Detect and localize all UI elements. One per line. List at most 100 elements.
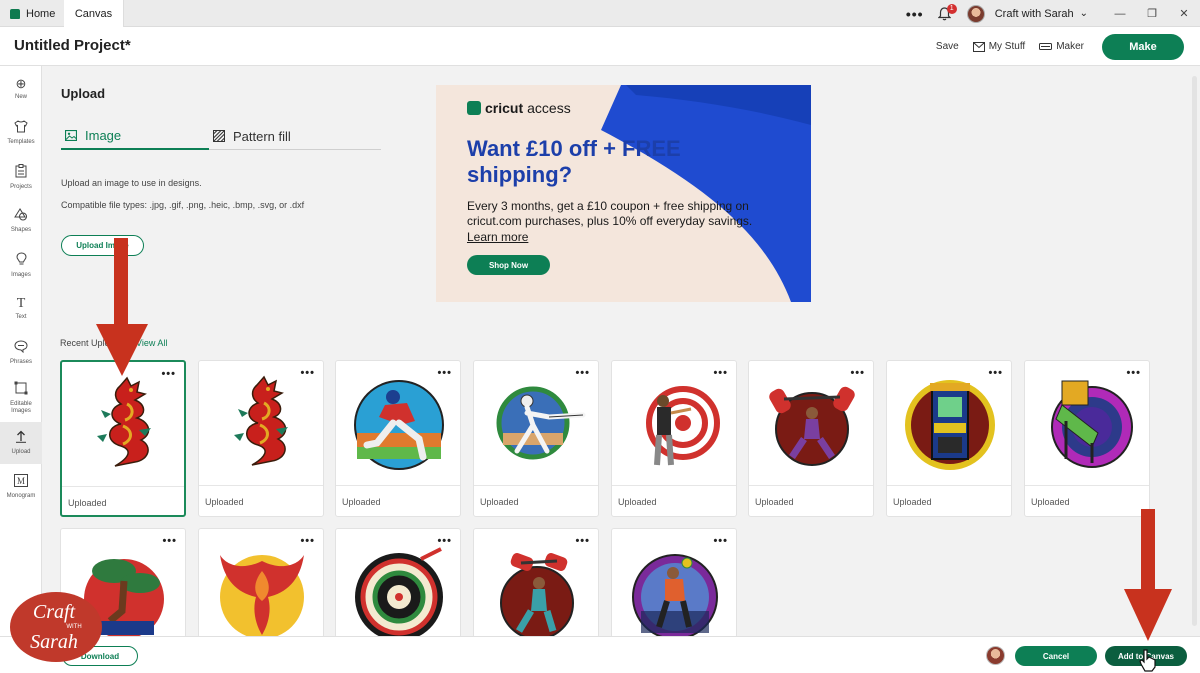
top-tab-bar: Home Canvas ••• 1 Craft with Sarah ⌄ — ❐… — [0, 0, 1200, 27]
card-divider — [199, 485, 323, 486]
upload-card[interactable]: ••• Uploaded — [335, 360, 461, 517]
tutorial-arrow-down-icon — [1124, 509, 1172, 641]
craft-with-sarah-logo: Craft WITH Sarah — [10, 592, 102, 662]
tab-canvas[interactable]: Canvas — [64, 0, 124, 27]
make-button[interactable]: Make — [1102, 33, 1184, 60]
text-icon: T — [16, 296, 26, 311]
cancel-button[interactable]: Cancel — [1015, 646, 1097, 666]
sidebar-item-text[interactable]: T Text — [0, 288, 42, 330]
upload-card[interactable]: ••• Uploaded — [198, 360, 324, 517]
card-divider — [474, 485, 598, 486]
maker-button[interactable]: Maker — [1039, 41, 1084, 52]
upload-description: Upload an image to use in designs. — [61, 178, 202, 188]
upload-card[interactable]: ••• Uploaded — [611, 360, 737, 517]
left-sidebar: ⊕ New Templates Projects Shapes Images T… — [0, 66, 42, 673]
sidebar-item-images[interactable]: Images — [0, 244, 42, 286]
sidebar-item-projects[interactable]: Projects — [0, 156, 42, 198]
restore-icon[interactable]: ❐ — [1136, 7, 1168, 20]
tab-canvas-label: Canvas — [74, 7, 113, 20]
card-divider — [749, 485, 873, 486]
save-button[interactable]: Save — [936, 41, 959, 52]
learn-more-link[interactable]: Learn more — [467, 230, 528, 244]
ad-brand-a: cricut — [485, 100, 524, 116]
my-stuff-button[interactable]: My Stuff — [972, 41, 1026, 52]
minimize-icon[interactable]: — — [1104, 8, 1136, 20]
sidebar-item-label: Templates — [7, 139, 35, 145]
sidebar-item-label: Text — [15, 314, 27, 320]
project-header: Untitled Project* Save My Stuff Maker Ma… — [0, 27, 1200, 66]
home-icon — [10, 8, 20, 19]
card-status-label: Uploaded — [1031, 497, 1070, 507]
envelope-icon — [972, 41, 985, 52]
ad-brand-b: access — [527, 100, 571, 116]
tab-pattern-label: Pattern fill — [233, 128, 291, 144]
tab-home[interactable]: Home — [0, 0, 64, 27]
upload-card[interactable]: ••• — [611, 528, 737, 640]
sidebar-item-label: Phrases — [9, 359, 32, 365]
notifications-bell[interactable]: 1 — [935, 3, 957, 24]
close-icon[interactable]: ✕ — [1168, 7, 1200, 20]
sidebar-item-templates[interactable]: Templates — [0, 112, 42, 154]
scrollbar-thumb[interactable] — [1192, 76, 1197, 626]
tab-pattern-fill[interactable]: Pattern fill — [213, 122, 363, 150]
tab-home-label: Home — [26, 7, 56, 20]
card-divider — [887, 485, 1011, 486]
card-status-label: Uploaded — [618, 497, 657, 507]
sidebar-item-monogram[interactable]: M Monogram — [0, 466, 42, 508]
upload-card[interactable]: ••• — [335, 528, 461, 641]
pattern-icon — [213, 130, 225, 142]
shapes-icon — [14, 208, 28, 224]
sidebar-item-phrases[interactable]: Phrases — [0, 332, 42, 374]
upload-card[interactable]: ••• Uploaded — [886, 360, 1012, 517]
sidebar-item-shapes[interactable]: Shapes — [0, 200, 42, 242]
plus-circle-icon: ⊕ — [15, 76, 27, 91]
sidebar-item-editable-images[interactable]: Editable Images — [0, 374, 42, 422]
user-name[interactable]: Craft with Sarah — [995, 8, 1074, 20]
hand-cursor-icon — [1139, 649, 1156, 672]
svg-text:M: M — [17, 476, 25, 486]
upload-card[interactable]: ••• Uploaded — [1024, 360, 1150, 517]
ad-title: Want £10 off + FREE shipping? — [467, 136, 681, 187]
project-title[interactable]: Untitled Project* — [14, 37, 131, 54]
more-options-icon[interactable]: ••• — [903, 6, 927, 22]
sidebar-item-label: Images — [11, 271, 31, 278]
upload-card[interactable]: ••• Uploaded — [60, 360, 186, 517]
upload-subtabs: Image Pattern fill — [61, 122, 381, 150]
upload-card[interactable]: ••• Uploaded — [473, 360, 599, 517]
sidebar-item-label: New — [14, 94, 27, 100]
machine-icon — [1039, 43, 1053, 50]
dartboard-thumbnail — [355, 547, 443, 641]
card-status-label: Uploaded — [342, 497, 381, 507]
header-actions: Save My Stuff Maker Make — [922, 33, 1184, 60]
tab-image[interactable]: Image — [61, 122, 209, 150]
user-avatar[interactable] — [986, 646, 1005, 665]
card-status-label: Uploaded — [893, 497, 932, 507]
chevron-down-icon[interactable]: ⌄ — [1080, 8, 1088, 19]
svg-text:WITH: WITH — [66, 624, 81, 630]
sidebar-item-upload[interactable]: Upload — [0, 422, 42, 464]
vertical-scrollbar[interactable] — [1190, 66, 1200, 636]
card-status-label: Uploaded — [755, 497, 794, 507]
notification-badge: 1 — [946, 3, 957, 14]
shop-now-button[interactable]: Shop Now — [467, 255, 550, 275]
tab-image-label: Image — [85, 127, 122, 143]
upload-card[interactable]: ••• — [473, 528, 599, 640]
phoenix-thumbnail — [220, 555, 304, 639]
save-label: Save — [935, 41, 959, 52]
top-right-controls: ••• 1 Craft with Sarah ⌄ — ❐ ✕ — [903, 0, 1200, 27]
sidebar-item-label: Shapes — [10, 227, 32, 233]
card-status-label: Uploaded — [68, 498, 107, 508]
user-avatar[interactable] — [966, 4, 985, 23]
svg-text:Sarah: Sarah — [30, 631, 78, 653]
upload-card[interactable]: ••• — [198, 528, 324, 639]
upload-card[interactable]: ••• Uploaded — [748, 360, 874, 517]
card-divider — [336, 485, 460, 486]
sidebar-item-new[interactable]: ⊕ New — [0, 68, 42, 110]
dragon-thumbnail — [97, 376, 151, 467]
my-stuff-label: My Stuff — [988, 41, 1026, 52]
tutorial-arrow-down-icon — [96, 238, 148, 376]
monogram-icon: M — [14, 474, 28, 490]
cricut-access-ad[interactable]: cricut access Want £10 off + FREE shippi… — [436, 85, 811, 302]
shirt-icon — [14, 120, 28, 136]
svg-text:Craft: Craft — [33, 601, 76, 623]
